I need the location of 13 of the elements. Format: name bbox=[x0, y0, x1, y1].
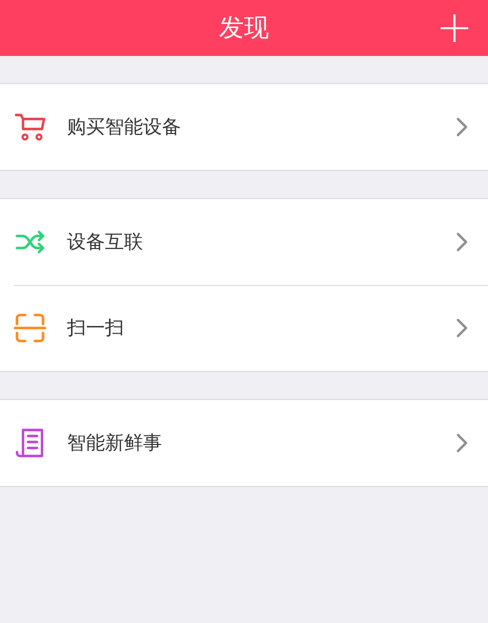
menu-item[interactable]: 扫一扫 bbox=[0, 285, 488, 371]
chevron-right-icon bbox=[456, 232, 468, 252]
menu-item-label: 智能新鲜事 bbox=[67, 430, 163, 456]
menu-item[interactable]: 购买智能设备 bbox=[0, 84, 488, 170]
chevron-right-icon bbox=[456, 318, 468, 338]
chevron-right-icon bbox=[456, 117, 468, 137]
menu-item-label: 设备互联 bbox=[67, 230, 144, 255]
chevron-right-icon bbox=[456, 433, 468, 453]
menu-item[interactable]: 设备互联 bbox=[0, 199, 488, 285]
menu-item-label: 扫一扫 bbox=[67, 316, 125, 341]
menu-item[interactable]: 智能新鲜事 bbox=[0, 400, 488, 486]
menu-item-label: 购买智能设备 bbox=[67, 114, 182, 140]
page-title: 发现 bbox=[219, 13, 269, 42]
